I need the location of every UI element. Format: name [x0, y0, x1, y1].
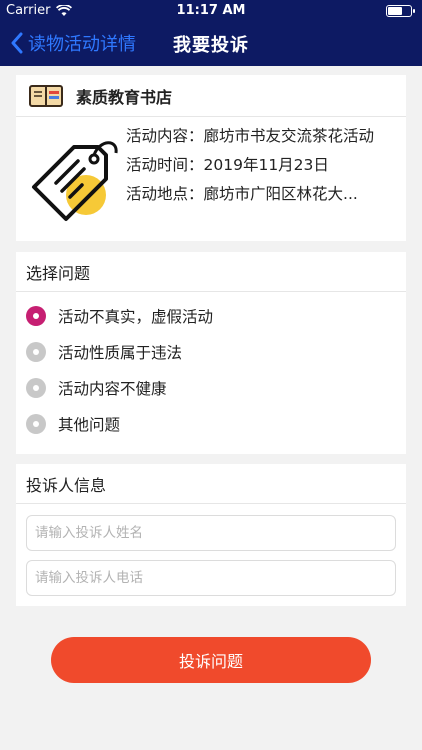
- complainant-name-input[interactable]: [26, 515, 396, 551]
- radio-icon[interactable]: [26, 342, 46, 362]
- issue-option-other[interactable]: 其他问题: [16, 406, 406, 442]
- submit-complaint-button[interactable]: 投诉问题: [51, 637, 371, 683]
- issue-section: 选择问题 活动不真实，虚假活动 活动性质属于违法 活动内容不健康 其他问题: [16, 252, 406, 454]
- location-value: 廊坊市广阳区林花大...: [203, 185, 358, 203]
- time-label: 活动时间：: [126, 156, 204, 174]
- store-name: 素质教育书店: [76, 87, 173, 107]
- issue-option-label: 活动不真实，虚假活动: [58, 308, 214, 326]
- status-time: 11:17 AM: [176, 3, 246, 18]
- store-header: 素质教育书店: [16, 75, 406, 117]
- book-icon: [29, 84, 63, 107]
- top-bar: Carrier 11:17 AM 读物活动详情 我要投诉: [0, 0, 422, 66]
- issue-options: 活动不真实，虚假活动 活动性质属于违法 活动内容不健康 其他问题: [16, 292, 406, 442]
- issue-option-unhealthy[interactable]: 活动内容不健康: [16, 370, 406, 406]
- issue-option-label: 活动性质属于违法: [58, 344, 183, 362]
- price-tag-icon: [32, 141, 118, 221]
- radio-icon[interactable]: [26, 378, 46, 398]
- activity-info: 活动内容： 廊坊市书友交流茶花活动 活动时间： 2019年11月23日 活动地点…: [126, 125, 394, 212]
- time-value: 2019年11月23日: [203, 156, 329, 174]
- complainant-phone-input[interactable]: [26, 560, 396, 596]
- activity-content-row: 活动内容： 廊坊市书友交流茶花活动: [126, 125, 394, 148]
- issue-option-fake[interactable]: 活动不真实，虚假活动: [16, 298, 406, 334]
- nav-bar: 读物活动详情 我要投诉: [0, 22, 422, 66]
- issue-section-title: 选择问题: [16, 252, 406, 292]
- activity-location-row: 活动地点： 廊坊市广阳区林花大...: [126, 183, 394, 206]
- activity-time-row: 活动时间： 2019年11月23日: [126, 154, 394, 177]
- status-bar: Carrier 11:17 AM: [0, 0, 422, 22]
- activity-card: 素质教育书店 活动内容： 廊坊市书友交流茶花活动 活动时间： 2019年11月2…: [16, 75, 406, 241]
- radio-icon[interactable]: [26, 414, 46, 434]
- battery-icon: [386, 5, 415, 17]
- radio-selected-icon[interactable]: [26, 306, 46, 326]
- content-value: 廊坊市书友交流茶花活动: [203, 127, 375, 145]
- content-label: 活动内容：: [126, 127, 204, 145]
- complainant-section: 投诉人信息: [16, 464, 406, 606]
- issue-option-label: 活动内容不健康: [58, 380, 167, 398]
- location-label: 活动地点：: [126, 185, 204, 203]
- issue-option-label: 其他问题: [58, 416, 121, 434]
- complainant-section-title: 投诉人信息: [16, 464, 406, 504]
- issue-option-illegal[interactable]: 活动性质属于违法: [16, 334, 406, 370]
- page-title: 我要投诉: [173, 35, 249, 56]
